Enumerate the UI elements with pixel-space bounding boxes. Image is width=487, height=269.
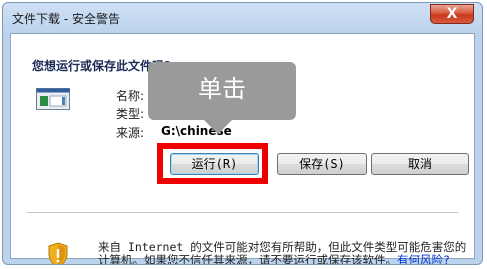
click-callout: 单击 bbox=[148, 62, 296, 134]
callout-pointer bbox=[204, 120, 232, 134]
warning-message: 来自 Internet 的文件可能对您有所帮助，但此文件类型可能危害您的计算机。… bbox=[98, 241, 473, 265]
save-button[interactable]: 保存(S) bbox=[277, 153, 367, 175]
cancel-button[interactable]: 取消 bbox=[371, 153, 469, 175]
file-name-label: 名称: bbox=[116, 89, 145, 103]
window-title: 文件下载 - 安全警告 bbox=[12, 12, 120, 26]
security-warning-dialog: 文件下载 - 安全警告 X 您想运行或保存此文件吗? 名称: 类型: 来源: G… bbox=[2, 2, 483, 265]
click-highlight-box bbox=[157, 143, 268, 184]
shield-warning-icon bbox=[48, 242, 68, 264]
executable-file-icon bbox=[36, 88, 70, 110]
close-icon: X bbox=[446, 6, 458, 22]
callout-text: 单击 bbox=[198, 75, 246, 103]
separator bbox=[27, 212, 458, 213]
file-type-label: 类型: bbox=[116, 107, 145, 121]
close-button[interactable]: X bbox=[430, 4, 474, 24]
risk-link[interactable]: 有何风险? bbox=[397, 253, 450, 265]
title-bar[interactable]: 文件下载 - 安全警告 X bbox=[3, 3, 482, 33]
file-source-label: 来源: bbox=[116, 126, 145, 140]
